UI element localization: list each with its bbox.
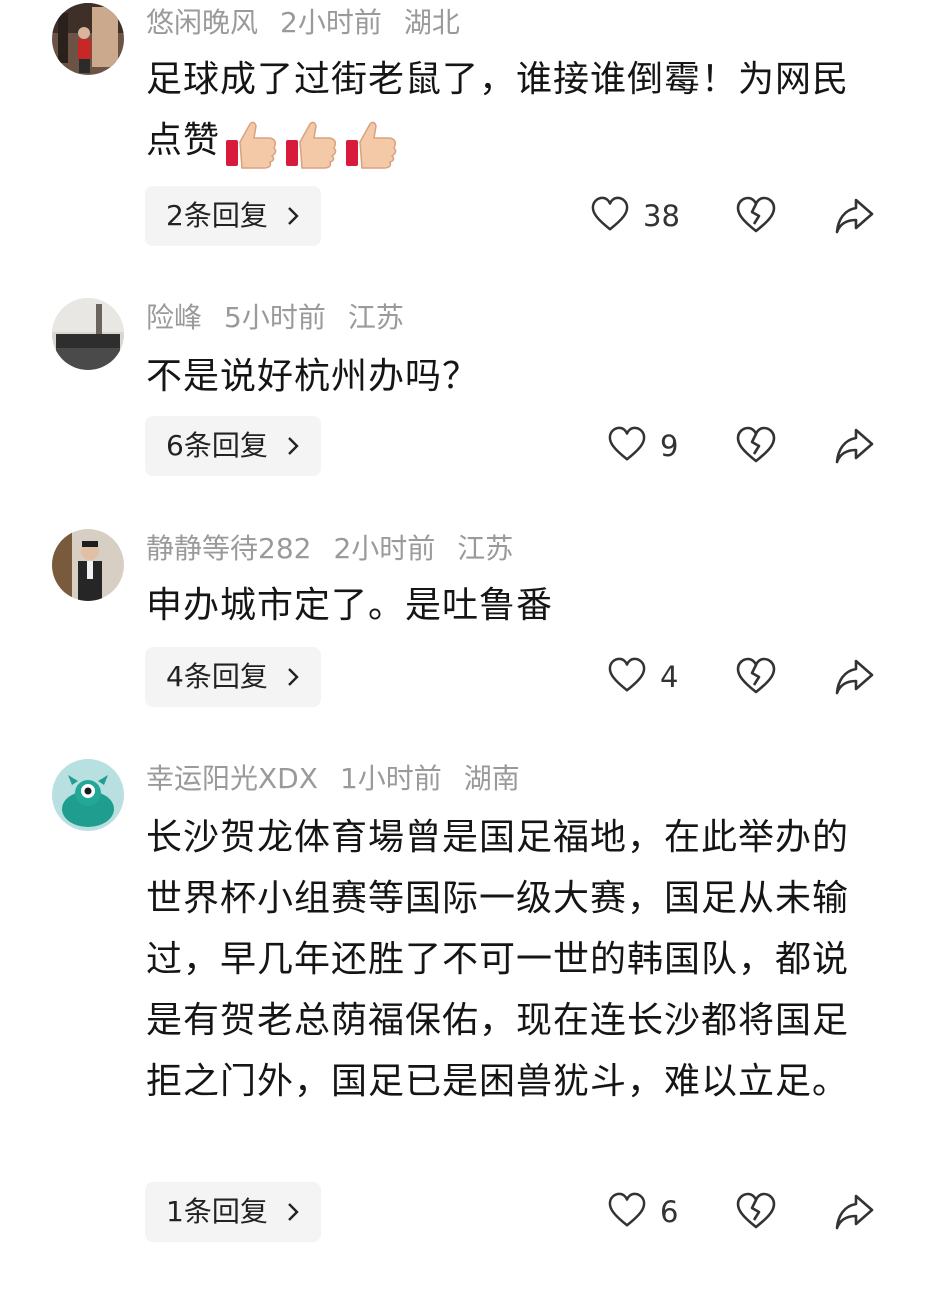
thumbs-up-emoji-icon <box>346 121 397 169</box>
comment-text-content: 申办城市定了。是吐鲁番 <box>146 585 554 626</box>
dislike-button[interactable] <box>736 657 776 697</box>
like-button[interactable]: 9 <box>608 426 688 466</box>
heart-outline-icon <box>608 1192 646 1227</box>
comment-meta: 静静等待282 2小时前 江苏 <box>146 529 535 569</box>
location: 江苏 <box>457 532 514 565</box>
comment-text: 足球成了过街老鼠了，谁接谁倒霉！为网民点赞 <box>146 49 861 173</box>
like-count: 38 <box>643 199 680 233</box>
username[interactable]: 静静等待282 <box>146 532 311 565</box>
heart-outline-icon <box>608 657 646 692</box>
comment-text: 长沙贺龙体育場曾是国足福地，在此举办的世界杯小组赛等国际一级大赛，国足从未输过，… <box>146 807 861 1112</box>
share-arrow-icon <box>835 198 874 234</box>
timestamp: 2小时前 <box>280 6 382 39</box>
timestamp: 2小时前 <box>333 532 436 565</box>
share-arrow-icon <box>835 428 874 464</box>
dislike-button[interactable] <box>736 426 776 466</box>
comment-meta: 幸运阳光XDX 1小时前 湖南 <box>146 759 542 799</box>
share-button[interactable] <box>834 1192 874 1232</box>
avatar[interactable] <box>52 3 124 75</box>
location: 江苏 <box>347 301 404 334</box>
timestamp: 5小时前 <box>224 301 326 334</box>
heart-outline-icon <box>591 196 629 231</box>
heart-outline-icon <box>608 426 646 461</box>
comment-actions: 9 <box>0 416 926 476</box>
share-arrow-icon <box>835 1194 874 1230</box>
avatar[interactable] <box>52 298 124 370</box>
like-count: 6 <box>660 1195 679 1229</box>
broken-heart-icon <box>736 426 776 463</box>
share-arrow-icon <box>835 659 874 695</box>
comment-text: 申办城市定了。是吐鲁番 <box>146 575 861 636</box>
share-button[interactable] <box>834 657 874 697</box>
timestamp: 1小时前 <box>339 762 442 795</box>
comment-meta: 悠闲晚风 2小时前 湖北 <box>146 3 482 43</box>
broken-heart-icon <box>736 1192 776 1229</box>
thumbs-up-emoji-icon <box>226 121 277 169</box>
comment-text-content: 不是说好杭州办吗？ <box>146 356 480 397</box>
reaction-emojis <box>224 112 404 173</box>
dislike-button[interactable] <box>736 1192 776 1232</box>
comment-text: 不是说好杭州办吗？ <box>146 346 861 407</box>
username[interactable]: 幸运阳光XDX <box>146 762 318 795</box>
avatar[interactable] <box>52 529 124 601</box>
comment-text-content: 长沙贺龙体育場曾是国足福地，在此举办的世界杯小组赛等国际一级大赛，国足从未输过，… <box>146 817 850 1102</box>
comment-actions: 6 <box>0 1182 926 1242</box>
like-count: 4 <box>660 660 679 694</box>
avatar[interactable] <box>52 759 124 831</box>
dislike-button[interactable] <box>736 196 776 236</box>
location: 湖南 <box>463 762 520 795</box>
comment-actions: 38 <box>0 186 926 246</box>
like-button[interactable]: 4 <box>608 657 688 697</box>
comment-meta: 险峰 5小时前 江苏 <box>146 298 426 338</box>
like-button[interactable]: 38 <box>591 196 691 236</box>
like-count: 9 <box>660 429 679 463</box>
thumbs-up-emoji-icon <box>286 121 337 169</box>
broken-heart-icon <box>736 657 776 694</box>
comment-actions: 4 <box>0 647 926 707</box>
like-button[interactable]: 6 <box>608 1192 688 1232</box>
share-button[interactable] <box>834 426 874 466</box>
username[interactable]: 悠闲晚风 <box>146 6 258 39</box>
username[interactable]: 险峰 <box>146 301 202 334</box>
share-button[interactable] <box>834 196 874 236</box>
broken-heart-icon <box>736 196 776 233</box>
location: 湖北 <box>403 6 460 39</box>
